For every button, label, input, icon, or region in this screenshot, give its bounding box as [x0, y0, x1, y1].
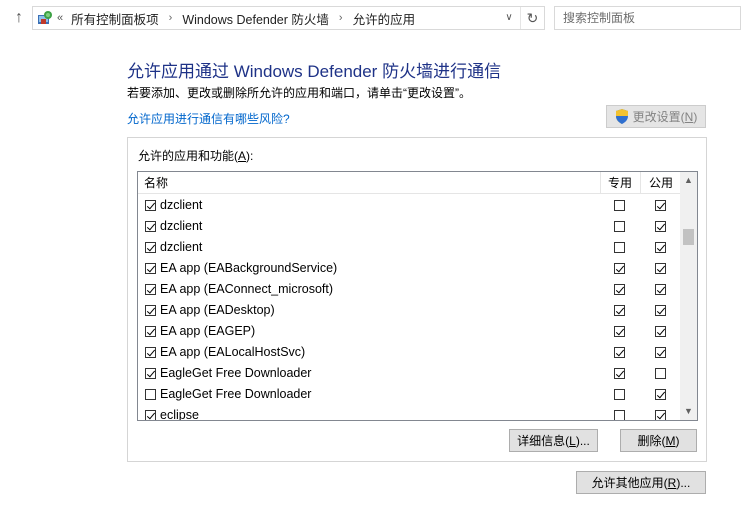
delete-button[interactable]: 删除(M): [620, 429, 697, 452]
private-checkbox[interactable]: [614, 305, 625, 316]
breadcrumb-allowed-apps[interactable]: 允许的应用: [353, 9, 416, 28]
public-checkbox[interactable]: [655, 242, 666, 253]
private-checkbox[interactable]: [614, 263, 625, 274]
address-bar-area: ↑ « 所有控制面板项 › Windows Defender 防火墙 › 允许的…: [0, 0, 741, 36]
public-checkbox[interactable]: [655, 347, 666, 358]
control-panel-icon: [38, 11, 52, 24]
scroll-up-icon[interactable]: ▲: [680, 172, 697, 189]
enabled-checkbox[interactable]: [145, 284, 156, 295]
search-input[interactable]: [555, 7, 740, 29]
refresh-icon[interactable]: ↻: [520, 7, 544, 29]
public-checkbox[interactable]: [655, 200, 666, 211]
enabled-checkbox[interactable]: [145, 242, 156, 253]
change-settings-button[interactable]: 更改设置(N): [606, 105, 706, 128]
risk-info-link[interactable]: 允许应用进行通信有哪些风险?: [127, 110, 290, 127]
app-name: EagleGet Free Downloader: [160, 366, 312, 380]
list-rows: dzclient dzclient dzclient EA app (EABackgr…: [138, 195, 681, 421]
address-box[interactable]: « 所有控制面板项 › Windows Defender 防火墙 › 允许的应用…: [32, 6, 545, 30]
search-box[interactable]: [554, 6, 741, 30]
public-checkbox[interactable]: [655, 410, 666, 420]
shield-icon: [615, 109, 628, 124]
private-checkbox[interactable]: [614, 284, 625, 295]
table-row[interactable]: dzclient: [138, 237, 681, 258]
public-checkbox[interactable]: [655, 221, 666, 232]
app-name: EA app (EALocalHostSvc): [160, 345, 306, 359]
enabled-checkbox[interactable]: [145, 410, 156, 420]
column-header-private[interactable]: 专用: [608, 172, 632, 194]
vertical-scrollbar[interactable]: ▲ ▼: [680, 172, 697, 420]
app-name: EA app (EAConnect_microsoft): [160, 282, 333, 296]
allowed-apps-group: 允许的应用和功能(A): 名称 专用 公用 dzclient dzclient dz…: [127, 137, 707, 462]
private-checkbox[interactable]: [614, 389, 625, 400]
enabled-checkbox[interactable]: [145, 347, 156, 358]
table-row[interactable]: EA app (EADesktop): [138, 300, 681, 321]
public-checkbox[interactable]: [655, 326, 666, 337]
list-header: 名称 专用 公用: [138, 172, 681, 194]
table-row[interactable]: EA app (EALocalHostSvc): [138, 342, 681, 363]
breadcrumb-overflow-icon[interactable]: «: [57, 12, 63, 24]
private-checkbox[interactable]: [614, 326, 625, 337]
public-checkbox[interactable]: [655, 284, 666, 295]
private-checkbox[interactable]: [614, 200, 625, 211]
app-name: dzclient: [160, 219, 203, 233]
enabled-checkbox[interactable]: [145, 200, 156, 211]
private-checkbox[interactable]: [614, 242, 625, 253]
table-row[interactable]: EA app (EAConnect_microsoft): [138, 279, 681, 300]
breadcrumb-firewall[interactable]: Windows Defender 防火墙: [182, 9, 329, 28]
public-checkbox[interactable]: [655, 389, 666, 400]
public-checkbox[interactable]: [655, 263, 666, 274]
column-header-name[interactable]: 名称: [144, 172, 168, 194]
details-button[interactable]: 详细信息(L)...: [509, 429, 598, 452]
scroll-down-icon[interactable]: ▼: [680, 403, 697, 420]
enabled-checkbox[interactable]: [145, 389, 156, 400]
page-description: 若要添加、更改或删除所允许的应用和端口，请单击“更改设置”。: [127, 86, 471, 100]
table-row[interactable]: dzclient: [138, 216, 681, 237]
breadcrumb-all-control-panel-items[interactable]: 所有控制面板项: [71, 9, 159, 28]
enabled-checkbox[interactable]: [145, 326, 156, 337]
breadcrumb-separator[interactable]: ›: [339, 12, 343, 24]
private-checkbox[interactable]: [614, 410, 625, 420]
app-name: dzclient: [160, 198, 203, 212]
table-row[interactable]: eclipse: [138, 405, 681, 421]
table-row[interactable]: EA app (EAGEP): [138, 321, 681, 342]
chevron-down-icon[interactable]: ∨: [500, 7, 518, 29]
private-checkbox[interactable]: [614, 347, 625, 358]
change-settings-label: 更改设置(N): [632, 110, 698, 124]
table-row[interactable]: EagleGet Free Downloader: [138, 384, 681, 405]
column-header-public[interactable]: 公用: [649, 172, 673, 194]
breadcrumb: « 所有控制面板项 › Windows Defender 防火墙 › 允许的应用: [57, 7, 415, 29]
page-title: 允许应用通过 Windows Defender 防火墙进行通信: [127, 62, 502, 81]
app-name: EA app (EADesktop): [160, 303, 275, 317]
enabled-checkbox[interactable]: [145, 221, 156, 232]
scrollbar-thumb[interactable]: [683, 229, 694, 245]
breadcrumb-separator[interactable]: ›: [169, 12, 173, 24]
allowed-apps-list: 名称 专用 公用 dzclient dzclient dzclient EA app …: [137, 171, 698, 421]
private-checkbox[interactable]: [614, 221, 625, 232]
app-name: EA app (EAGEP): [160, 324, 256, 338]
allow-other-app-button[interactable]: 允许其他应用(R)...: [576, 471, 706, 494]
up-arrow-icon[interactable]: ↑: [10, 9, 28, 27]
app-name: EagleGet Free Downloader: [160, 387, 312, 401]
enabled-checkbox[interactable]: [145, 368, 156, 379]
table-row[interactable]: dzclient: [138, 195, 681, 216]
public-checkbox[interactable]: [655, 368, 666, 379]
app-name: EA app (EABackgroundService): [160, 261, 338, 275]
enabled-checkbox[interactable]: [145, 305, 156, 316]
enabled-checkbox[interactable]: [145, 263, 156, 274]
app-name: eclipse: [160, 408, 199, 421]
table-row[interactable]: EagleGet Free Downloader: [138, 363, 681, 384]
table-row[interactable]: EA app (EABackgroundService): [138, 258, 681, 279]
allowed-apps-label: 允许的应用和功能(A):: [138, 149, 254, 163]
private-checkbox[interactable]: [614, 368, 625, 379]
public-checkbox[interactable]: [655, 305, 666, 316]
app-name: dzclient: [160, 240, 203, 254]
